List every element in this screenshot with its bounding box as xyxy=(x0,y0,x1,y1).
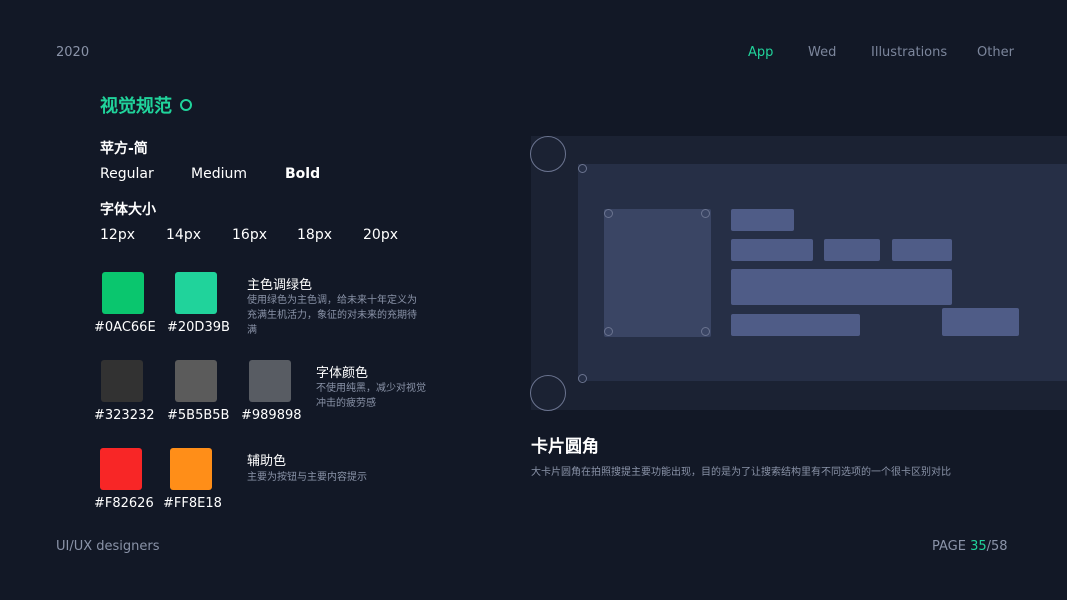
card-bar xyxy=(731,239,813,261)
nav-item-illustrations[interactable]: Illustrations xyxy=(871,45,947,60)
circle-icon xyxy=(180,99,192,111)
card-title: 卡片圆角 xyxy=(531,437,599,457)
hex-label: #989898 xyxy=(241,408,302,423)
card-desc: 大卡片圆角在拍照搜提主要功能出现，目的是为了让搜索结构里有不同选项的一个很卡区别… xyxy=(531,467,951,478)
color-swatch-5b5b5b xyxy=(175,360,217,402)
nav-item-wed[interactable]: Wed xyxy=(808,45,836,60)
size-18: 18px xyxy=(297,227,332,243)
color-swatch-989898 xyxy=(249,360,291,402)
hex-label: #5B5B5B xyxy=(167,408,230,423)
corner-dot-icon xyxy=(604,327,613,336)
corner-dot-icon xyxy=(604,209,613,218)
page-prefix: PAGE xyxy=(932,539,971,554)
page-total: 58 xyxy=(991,539,1008,554)
hex-label: #323232 xyxy=(94,408,155,423)
aux-color-title: 辅助色 xyxy=(247,454,287,469)
primary-color-desc: 使用绿色为主色调，给未来十年定义为充满生机活力，象征的对未来的充期待满 xyxy=(247,295,417,336)
font-name: 苹方-简 xyxy=(100,141,148,157)
weight-medium: Medium xyxy=(191,166,247,182)
card-bar xyxy=(731,209,794,231)
color-swatch-20d39b xyxy=(175,272,217,314)
year-label: 2020 xyxy=(56,45,90,60)
corner-dot-icon xyxy=(578,164,587,173)
hex-label: #FF8E18 xyxy=(163,496,222,511)
text-color-title: 字体颜色 xyxy=(316,366,369,381)
color-swatch-f82626 xyxy=(100,448,142,490)
section-title-row: 视觉规范 xyxy=(100,92,192,118)
size-16: 16px xyxy=(232,227,267,243)
size-20: 20px xyxy=(363,227,398,243)
weight-regular: Regular xyxy=(100,166,154,182)
card-bar xyxy=(731,314,860,336)
size-12: 12px xyxy=(100,227,135,243)
page-indicator: PAGE 35/58 xyxy=(932,539,1008,554)
footer-author: UI/UX designers xyxy=(56,539,160,554)
card-bar xyxy=(942,308,1019,336)
color-swatch-323232 xyxy=(101,360,143,402)
corner-dot-icon xyxy=(701,209,710,218)
size-14: 14px xyxy=(166,227,201,243)
aux-color-desc: 主要为按钮与主要内容提示 xyxy=(247,472,367,483)
primary-color-title: 主色调绿色 xyxy=(247,278,313,293)
font-size-heading: 字体大小 xyxy=(100,202,156,218)
weight-bold: Bold xyxy=(285,166,321,182)
text-color-desc: 不使用纯黑，减少对视觉冲击的疲劳感 xyxy=(316,383,426,409)
nav-item-app[interactable]: App xyxy=(748,45,773,60)
section-title: 视觉规范 xyxy=(100,96,172,117)
color-swatch-ff8e18 xyxy=(170,448,212,490)
color-swatch-0ac66e xyxy=(102,272,144,314)
corner-dot-icon xyxy=(578,374,587,383)
corner-radius-circle-icon xyxy=(530,375,566,411)
card-bar xyxy=(892,239,952,261)
page-current: 35 xyxy=(970,539,987,554)
nav-item-other[interactable]: Other xyxy=(977,45,1014,60)
hex-label: #20D39B xyxy=(167,320,230,335)
card-image-placeholder xyxy=(604,209,711,337)
card-bar xyxy=(731,269,952,305)
hex-label: #F82626 xyxy=(94,496,154,511)
corner-dot-icon xyxy=(701,327,710,336)
card-bar xyxy=(824,239,880,261)
corner-radius-circle-icon xyxy=(530,136,566,172)
hex-label: #0AC66E xyxy=(94,320,156,335)
